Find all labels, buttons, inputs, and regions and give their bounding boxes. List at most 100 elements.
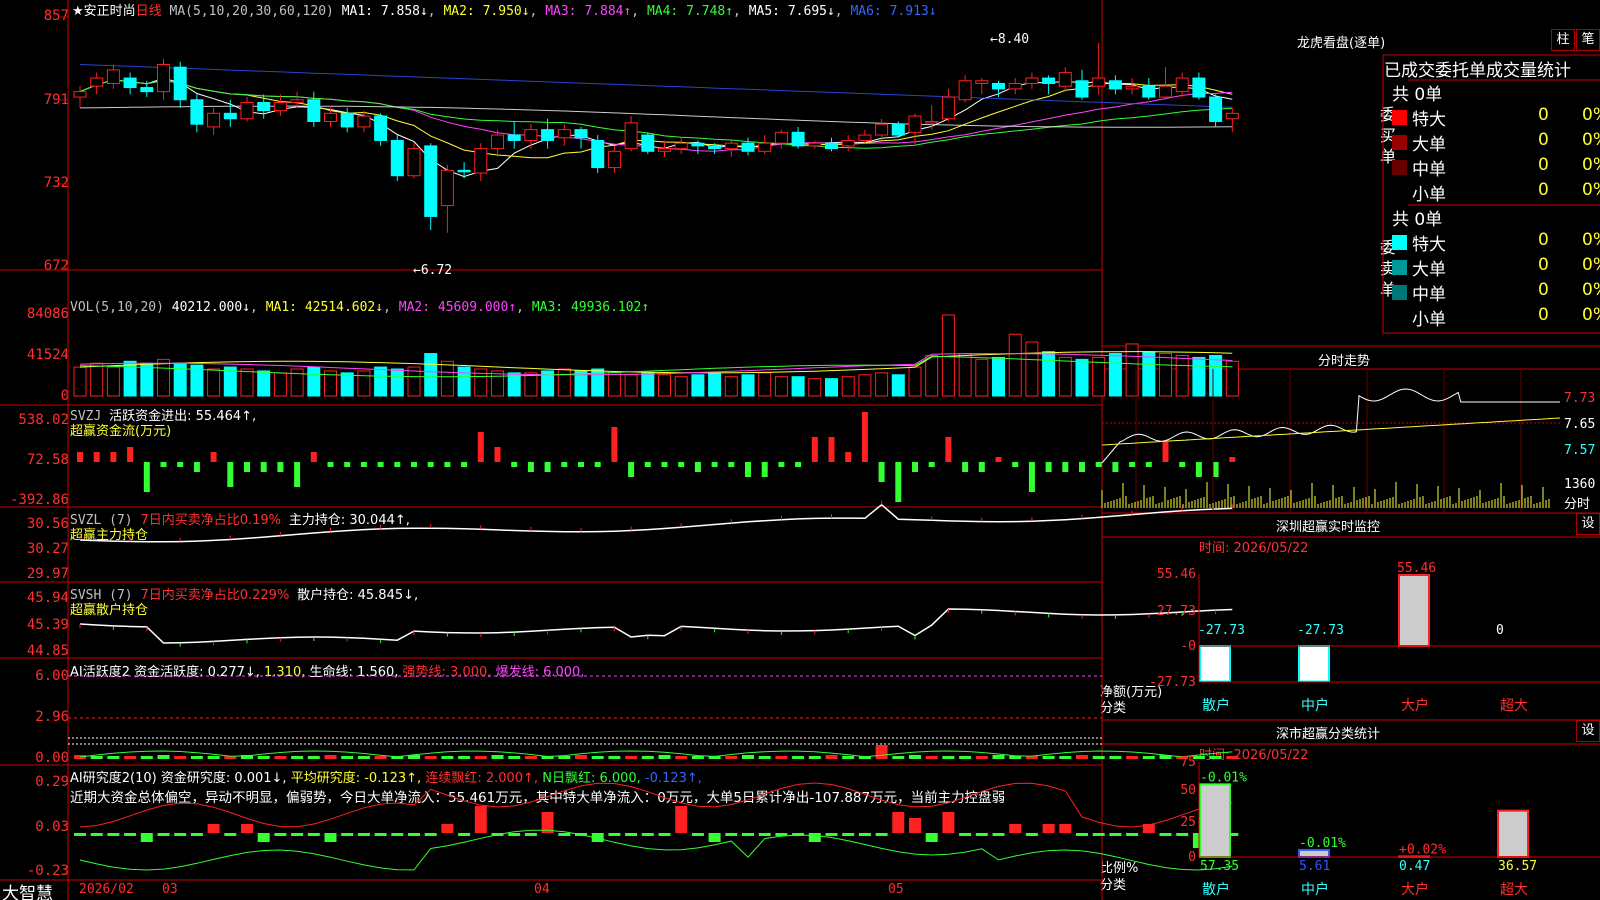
- activity-bar: [124, 756, 137, 759]
- activity-bar: [992, 755, 1005, 759]
- research-bar: [675, 806, 688, 833]
- research-bar: [808, 833, 821, 842]
- net-bar: [1398, 574, 1430, 647]
- candle: [825, 142, 838, 150]
- flow-bar: [1229, 457, 1236, 462]
- candle: [691, 142, 705, 147]
- activity-bar: [441, 756, 454, 759]
- flow-bar: [745, 462, 751, 477]
- chart-canvas[interactable]: ←8.40 ←6.72 -27.73 散户 -27.73 中户 55.46 大户 0 超大 55.4…: [0, 0, 1600, 900]
- flow-bar: [477, 432, 484, 462]
- research-bar: [825, 833, 838, 836]
- activity-bar: [1109, 756, 1122, 759]
- category-label: 超大: [1500, 882, 1528, 898]
- activity-bar: [675, 756, 688, 759]
- main-holding-line: [79, 503, 1233, 543]
- candle: [474, 148, 488, 174]
- candle: [457, 169, 471, 173]
- category-label: 中户: [1301, 881, 1329, 898]
- flow-bar: [1145, 462, 1152, 467]
- research-bar: [625, 833, 638, 836]
- volume-bar: [958, 353, 972, 397]
- monitor-ytick: -0: [1180, 639, 1196, 654]
- volume-bar: [908, 366, 922, 397]
- ratio-change-label: -0.01%: [1200, 770, 1247, 785]
- activity-bar: [892, 756, 905, 759]
- flow-bar: [244, 462, 250, 472]
- flow-bar: [177, 462, 184, 467]
- ratio-bar: [1298, 848, 1330, 858]
- candle: [223, 112, 237, 120]
- volume-bar: [557, 368, 571, 397]
- research-bar: [959, 833, 972, 836]
- volume-bar: [674, 376, 688, 397]
- activity-bar: [291, 756, 304, 759]
- flow-bar: [678, 462, 685, 467]
- activity-bar: [925, 756, 938, 759]
- research-bar: [992, 833, 1005, 836]
- research-bar: [558, 833, 571, 836]
- activity-bar: [1142, 756, 1155, 759]
- candle: [774, 131, 788, 144]
- volume-bar: [658, 374, 671, 397]
- activity-bar: [90, 756, 103, 759]
- activity-bar: [1042, 756, 1055, 759]
- activity-bar: [658, 755, 671, 759]
- classify-ytick: 50: [1180, 783, 1196, 798]
- volume-bar: [708, 372, 722, 397]
- activity-bar: [641, 756, 654, 759]
- volume-bar: [1025, 341, 1039, 397]
- candle: [624, 122, 638, 150]
- candle: [541, 129, 555, 141]
- volume-bar: [90, 362, 104, 397]
- research-bar: [1076, 833, 1088, 836]
- net-bar-label: -27.73: [1297, 623, 1344, 638]
- candle: [440, 169, 454, 207]
- candle: [1058, 72, 1072, 87]
- category-label: 大户: [1401, 881, 1429, 898]
- flow-bar: [544, 462, 551, 472]
- flow-bar: [945, 437, 952, 462]
- flow-bar: [895, 462, 902, 502]
- candle: [875, 123, 889, 136]
- flow-bar: [210, 452, 217, 462]
- candle: [1175, 77, 1189, 93]
- ratio-value-label: 57.35: [1200, 859, 1239, 874]
- volume-bar: [240, 368, 254, 397]
- candle: [207, 112, 221, 128]
- research-bar: [508, 833, 521, 836]
- research-bar: [391, 833, 404, 836]
- research-bar: [641, 833, 654, 836]
- flow-bar: [461, 462, 468, 467]
- volume-bar: [641, 372, 655, 397]
- research-bar: [291, 833, 304, 836]
- candle: [157, 63, 170, 93]
- flow-bar: [377, 462, 384, 467]
- candle: [1209, 96, 1223, 122]
- candle: [791, 131, 805, 147]
- research-bar: [257, 833, 270, 842]
- research-bar: [725, 833, 738, 836]
- candle: [607, 150, 621, 169]
- category-label: 中户: [1301, 697, 1329, 714]
- volume-bar: [73, 366, 87, 397]
- activity-bar: [625, 756, 638, 759]
- research-bar: [1059, 824, 1072, 833]
- candle: [190, 99, 204, 125]
- activity-bar: [458, 756, 471, 759]
- candle: [891, 123, 905, 136]
- monitor-ytick: -27.73: [1149, 675, 1196, 690]
- activity-bar: [558, 756, 571, 759]
- volume-bar: [257, 370, 271, 397]
- activity-bar: [808, 756, 821, 759]
- candle: [708, 145, 722, 150]
- candle: [340, 112, 354, 128]
- activity-bar: [508, 756, 521, 759]
- research-bar: [140, 833, 153, 842]
- activity-bar: [324, 755, 337, 759]
- flow-bar: [811, 437, 818, 462]
- research-bar: [441, 824, 454, 833]
- volume-bar: [624, 374, 638, 397]
- monitor-ytick: 27.73: [1157, 604, 1196, 619]
- flow-bar: [110, 452, 117, 462]
